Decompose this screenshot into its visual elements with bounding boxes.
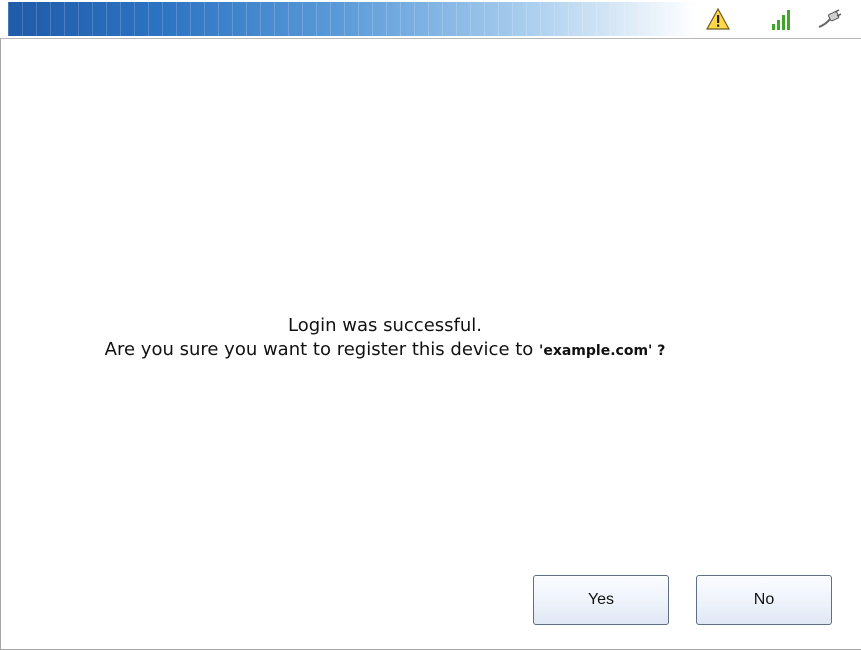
status-bar-gradient (8, 2, 696, 36)
login-success-text: Login was successful. (287, 315, 482, 336)
yes-button[interactable]: Yes (533, 575, 669, 625)
status-bar (0, 0, 861, 39)
no-button[interactable]: No (696, 575, 832, 625)
register-question-text: Are you sure you want to register this d… (0, 338, 770, 363)
power-plug-icon[interactable] (815, 6, 841, 32)
register-question-suffix: ? (652, 343, 666, 359)
domain-name: 'example.com' (539, 343, 653, 359)
confirmation-message: Login was successful. Are you sure you w… (0, 314, 770, 363)
signal-strength-icon[interactable] (770, 6, 792, 32)
register-question-prefix: Are you sure you want to register this d… (104, 339, 540, 360)
warning-icon[interactable] (706, 6, 730, 32)
